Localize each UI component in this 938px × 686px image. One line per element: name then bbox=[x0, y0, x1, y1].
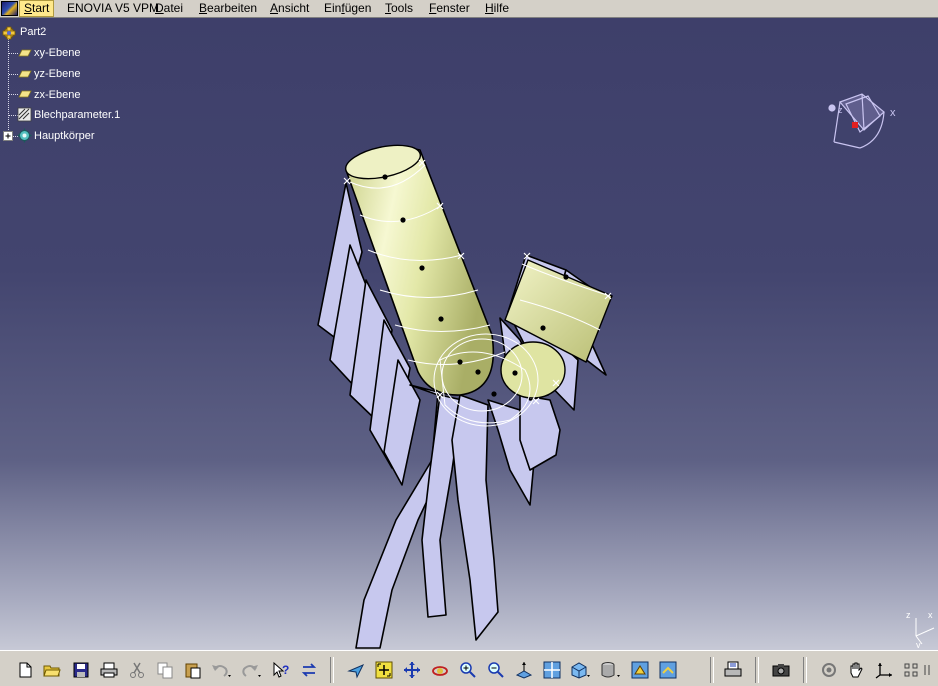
catia-logo-icon[interactable] bbox=[1, 1, 18, 16]
axis-icon[interactable] bbox=[873, 659, 895, 681]
paste-icon[interactable] bbox=[182, 659, 204, 681]
print-icon[interactable] bbox=[98, 659, 120, 681]
menu-einfuegen[interactable]: Einfügen bbox=[320, 0, 375, 17]
compass-z-label: z bbox=[838, 105, 843, 115]
zoom-in-icon[interactable] bbox=[457, 659, 479, 681]
cut-icon[interactable] bbox=[126, 659, 148, 681]
axis-z-label: z bbox=[906, 610, 911, 620]
new-document-icon[interactable] bbox=[14, 659, 36, 681]
specification-tree: Part2 xy-Ebene yz-Ebene zx-Ebene Blechpa… bbox=[0, 18, 140, 148]
menu-enovia[interactable]: ENOVIA V5 VPM bbox=[63, 0, 163, 17]
tree-label-zx-plane: zx-Ebene bbox=[34, 89, 81, 101]
body-gear-icon bbox=[17, 128, 32, 143]
3d-viewport[interactable]: Part2 xy-Ebene yz-Ebene zx-Ebene Blechpa… bbox=[0, 18, 938, 650]
iso-view-icon[interactable] bbox=[569, 659, 591, 681]
toolbar-separator bbox=[710, 657, 714, 683]
bottom-toolbar: ? bbox=[0, 650, 938, 686]
tree-label-main-body: Hauptkörper bbox=[34, 130, 95, 142]
menu-tools[interactable]: Tools bbox=[381, 0, 417, 17]
axis-triad-icon: z x y bbox=[906, 610, 935, 648]
compass-icon[interactable] bbox=[900, 659, 922, 681]
menu-datei[interactable]: Datei bbox=[151, 0, 187, 17]
whats-this-icon[interactable]: ? bbox=[270, 659, 292, 681]
tree-label-xy-plane: xy-Ebene bbox=[34, 47, 81, 59]
zoom-out-icon[interactable] bbox=[485, 659, 507, 681]
print-spec-icon[interactable] bbox=[722, 659, 744, 681]
menu-bar: Start ENOVIA V5 VPM Datei Bearbeiten Ans… bbox=[0, 0, 938, 18]
tree-label-sheet-metal-parameters: Blechparameter.1 bbox=[34, 109, 121, 121]
compass-x-label: x bbox=[890, 107, 896, 119]
rotate-view-icon[interactable] bbox=[818, 659, 840, 681]
normal-view-icon[interactable] bbox=[513, 659, 535, 681]
multi-view-icon[interactable] bbox=[541, 659, 563, 681]
compass-icon[interactable]: x y z bbox=[822, 82, 912, 152]
swap-icon[interactable] bbox=[298, 659, 320, 681]
tree-branch bbox=[9, 94, 18, 95]
menu-fenster[interactable]: Fenster bbox=[425, 0, 474, 17]
undo-icon[interactable] bbox=[210, 659, 232, 681]
tree-branch bbox=[9, 74, 18, 75]
toolbar-separator bbox=[755, 657, 759, 683]
toolbar-separator bbox=[330, 657, 334, 683]
camera-icon[interactable] bbox=[770, 659, 792, 681]
tree-label-yz-plane: yz-Ebene bbox=[34, 68, 81, 80]
menu-start[interactable]: Start bbox=[19, 0, 55, 17]
plane-icon bbox=[18, 70, 32, 78]
tree-branch bbox=[9, 53, 18, 54]
grab-icon[interactable] bbox=[845, 659, 867, 681]
pan-icon[interactable] bbox=[401, 659, 423, 681]
sheet-metal-model[interactable] bbox=[0, 18, 938, 650]
plane-icon bbox=[18, 49, 32, 57]
plane-icon bbox=[18, 90, 32, 98]
axis-y-label: y bbox=[916, 640, 921, 648]
compass-red-marker bbox=[852, 122, 858, 128]
render-style-icon[interactable] bbox=[599, 659, 621, 681]
copy-icon[interactable] bbox=[154, 659, 176, 681]
hide-show-icon[interactable] bbox=[629, 659, 651, 681]
tree-label-part2: Part2 bbox=[20, 26, 47, 38]
toolbar-separator bbox=[803, 657, 807, 683]
fly-mode-icon[interactable] bbox=[345, 659, 367, 681]
rotate-icon[interactable] bbox=[429, 659, 451, 681]
redo-icon[interactable] bbox=[240, 659, 262, 681]
open-folder-icon[interactable] bbox=[41, 659, 63, 681]
menu-bearbeiten[interactable]: Bearbeiten bbox=[195, 0, 261, 17]
sheet-metal-parameters-icon bbox=[17, 107, 32, 122]
expand-plus-icon[interactable] bbox=[3, 131, 14, 142]
menu-ansicht[interactable]: Ansicht bbox=[266, 0, 313, 17]
axis-x-label: x bbox=[928, 610, 933, 620]
more-icon[interactable] bbox=[922, 659, 938, 681]
fit-all-icon[interactable] bbox=[373, 659, 395, 681]
save-icon[interactable] bbox=[70, 659, 92, 681]
svg-text:?: ? bbox=[282, 663, 289, 677]
menu-hilfe[interactable]: Hilfe bbox=[481, 0, 513, 17]
part-icon bbox=[2, 26, 16, 40]
swap-visible-icon[interactable] bbox=[657, 659, 679, 681]
